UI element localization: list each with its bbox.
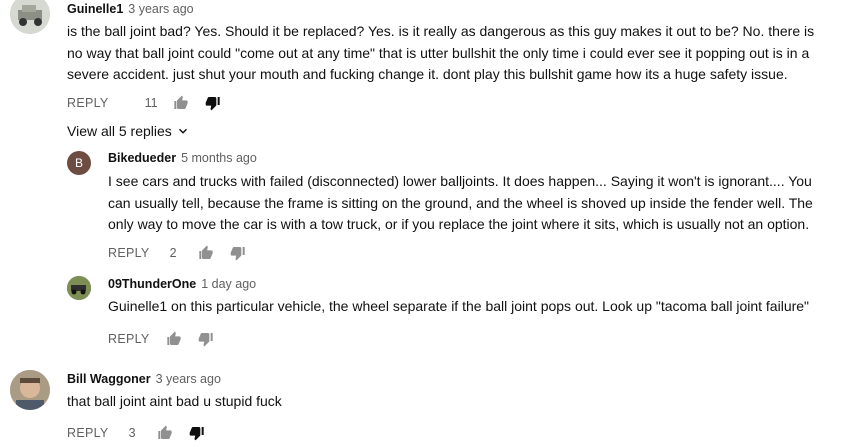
chevron-down-icon — [178, 128, 187, 134]
comment-actions: REPLY 3 — [67, 425, 205, 441]
view-replies-button[interactable]: View all 5 replies — [67, 123, 190, 139]
comment-header: 09ThunderOne 1 day ago — [108, 277, 256, 291]
thumbs-down-icon — [198, 333, 213, 347]
comment-actions: REPLY 2 — [108, 245, 246, 261]
comment-text: Guinelle1 on this particular vehicle, th… — [108, 298, 810, 314]
dislike-button[interactable] — [189, 425, 205, 441]
comment-timestamp[interactable]: 5 months ago — [181, 151, 257, 165]
thumbs-up-icon — [198, 245, 213, 259]
comment-author[interactable]: 09ThunderOne — [108, 277, 196, 291]
like-button[interactable] — [198, 245, 214, 261]
avatar[interactable]: B — [67, 151, 91, 175]
dislike-button[interactable] — [230, 245, 246, 261]
thumbs-up-icon — [157, 425, 172, 439]
comment-text: is the ball joint bad? Yes. Should it be… — [67, 23, 815, 82]
like-button[interactable] — [166, 331, 182, 347]
like-button[interactable] — [157, 425, 173, 441]
thumbs-up-icon — [173, 95, 188, 109]
comment-header: Bikedueder 5 months ago — [108, 151, 257, 165]
avatar[interactable] — [10, 0, 50, 34]
truck-avatar-image — [67, 276, 91, 300]
comment-text: I see cars and trucks with failed (disco… — [108, 173, 813, 232]
comment-author[interactable]: Guinelle1 — [67, 2, 123, 16]
comment-timestamp[interactable]: 3 years ago — [156, 372, 221, 386]
avatar-letter: B — [74, 156, 83, 170]
comment-header: Guinelle1 3 years ago — [67, 2, 194, 16]
jeep-avatar-image — [10, 0, 50, 34]
reply-button[interactable]: REPLY — [108, 332, 150, 346]
like-button[interactable] — [173, 95, 189, 111]
comment-timestamp[interactable]: 1 day ago — [201, 277, 256, 291]
comment-header: Bill Waggoner 3 years ago — [67, 372, 221, 386]
avatar[interactable] — [10, 370, 50, 410]
view-replies-label: View all 5 replies — [67, 123, 172, 139]
like-count: 3 — [128, 426, 136, 440]
dislike-button[interactable] — [198, 331, 214, 347]
thumbs-down-icon — [230, 247, 245, 261]
thumbs-down-icon — [189, 427, 204, 441]
dislike-button[interactable] — [205, 95, 221, 111]
comment-author[interactable]: Bikedueder — [108, 151, 176, 165]
avatar[interactable] — [67, 276, 91, 300]
comment-actions: REPLY — [108, 331, 214, 347]
like-count: 2 — [169, 246, 177, 260]
reply-button[interactable]: REPLY — [67, 426, 109, 440]
like-count: 11 — [144, 96, 158, 110]
reply-button[interactable]: REPLY — [67, 96, 109, 110]
thumbs-up-icon — [166, 331, 181, 345]
comment-timestamp[interactable]: 3 years ago — [128, 2, 193, 16]
thumbs-down-icon — [205, 97, 220, 111]
comment-actions: REPLY 11 — [67, 95, 221, 111]
reply-button[interactable]: REPLY — [108, 246, 150, 260]
comment-text: that ball joint aint bad u stupid fuck — [67, 393, 282, 409]
comment-author[interactable]: Bill Waggoner — [67, 372, 151, 386]
person-avatar-image — [10, 370, 50, 410]
